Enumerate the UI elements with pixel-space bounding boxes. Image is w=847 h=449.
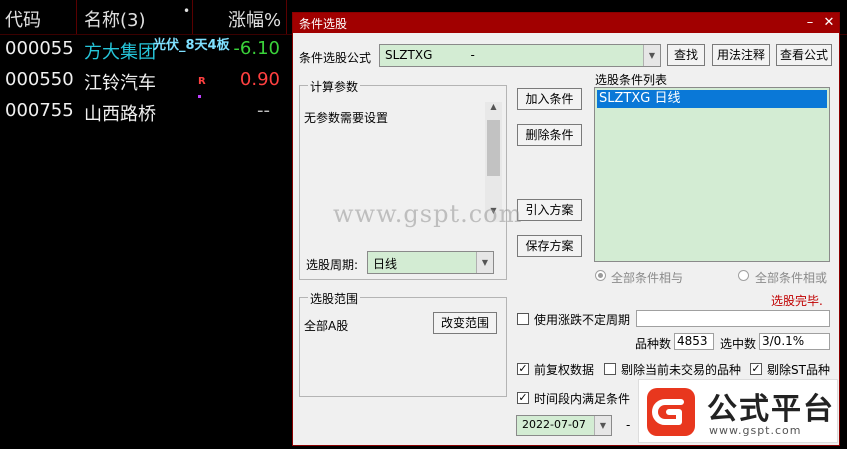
params-text: 无参数需要设置 xyxy=(304,111,389,125)
exclude-untraded-checkbox[interactable] xyxy=(604,363,616,375)
chevron-down-icon[interactable]: ▼ xyxy=(643,45,660,66)
conditions-list[interactable]: SLZTXG 日线 xyxy=(594,87,830,262)
exclude-st-checkbox[interactable]: ✓ xyxy=(750,363,762,375)
status-text: 选股完毕. xyxy=(771,294,823,308)
count-label: 品种数 xyxy=(635,337,672,351)
adjust-checkbox[interactable]: ✓ xyxy=(517,363,529,375)
params-group: 计算参数 无参数需要设置 ▲ ▼ 选股周期: 日线 ▼ xyxy=(299,78,507,280)
formula-value: SLZTXG - xyxy=(385,48,475,62)
table-row[interactable]: 000550 江铃汽车 R 0.90 xyxy=(0,65,292,98)
stock-name: 江铃汽车 xyxy=(84,73,156,94)
time-range-checkbox[interactable]: ✓ xyxy=(517,392,529,404)
chevron-down-icon[interactable]: ▼ xyxy=(594,416,611,435)
selected-label: 选中数 xyxy=(720,337,757,351)
formula-select[interactable]: SLZTXG - ▼ xyxy=(379,44,661,67)
chevron-down-icon[interactable]: ▼ xyxy=(476,252,493,273)
period-label: 选股周期: xyxy=(306,258,359,272)
radio-and-label: 全部条件相与 xyxy=(611,271,684,285)
save-scheme-button[interactable]: 保存方案 xyxy=(517,235,582,257)
exclude-untraded-label: 剔除当前未交易的品种 xyxy=(621,363,742,377)
table-row[interactable]: 000755 山西路桥 -- xyxy=(0,96,292,127)
stock-tag: R xyxy=(198,76,206,87)
period-select[interactable]: 日线 ▼ xyxy=(367,251,494,274)
list-item[interactable]: SLZTXG 日线 xyxy=(597,90,827,108)
stock-name: 山西路桥 xyxy=(84,104,156,125)
scroll-up-icon[interactable]: ▲ xyxy=(485,102,502,116)
view-formula-button[interactable]: 查看公式 xyxy=(776,44,832,66)
close-icon[interactable]: ✕ xyxy=(820,14,838,32)
count-value: 4853 xyxy=(674,333,714,350)
logo-icon xyxy=(647,388,695,436)
column-code-header[interactable]: 代码 xyxy=(5,6,41,32)
delete-condition-button[interactable]: 删除条件 xyxy=(517,124,582,146)
conditions-title: 选股条件列表 xyxy=(595,73,668,87)
range-value: 全部A股 xyxy=(304,319,349,333)
radio-or[interactable] xyxy=(738,270,749,281)
stock-code: 000755 xyxy=(5,100,74,121)
period-input[interactable] xyxy=(636,310,830,327)
range-group-title: 选股范围 xyxy=(308,290,361,307)
logo-title: 公式平台 xyxy=(707,392,835,427)
date-picker[interactable]: 2022-07-07 ▼ xyxy=(516,415,612,436)
change-range-button[interactable]: 改变范围 xyxy=(433,312,497,334)
stock-code: 000055 xyxy=(5,38,74,59)
stock-tag: 光伏_8天4板 xyxy=(153,38,230,53)
period-value: 日线 xyxy=(373,257,398,271)
column-change-header[interactable]: 涨幅% xyxy=(228,6,281,32)
range-group: 选股范围 全部A股 改变范围 xyxy=(299,290,507,397)
radio-dot xyxy=(598,273,603,278)
exclude-st-label: 剔除ST品种 xyxy=(767,363,830,377)
scroll-thumb[interactable] xyxy=(487,120,500,176)
column-divider xyxy=(192,0,193,34)
stock-name: 方大集团 xyxy=(84,42,156,63)
watermark: www.gspt.com xyxy=(333,200,523,228)
date-value: 2022-07-07 xyxy=(522,418,586,431)
use-period-label: 使用涨跌不定周期 xyxy=(534,313,631,327)
adjust-label: 前复权数据 xyxy=(534,363,595,377)
minimize-icon[interactable]: – xyxy=(801,14,819,32)
dialog-title: 条件选股 xyxy=(299,17,348,31)
import-scheme-button[interactable]: 引入方案 xyxy=(517,199,582,221)
header-dot: • xyxy=(183,4,191,18)
dialog-titlebar[interactable]: 条件选股 – ✕ xyxy=(293,13,839,33)
gspt-logo: 公式平台 www.gspt.com xyxy=(638,379,838,443)
column-divider xyxy=(286,0,287,34)
selected-value: 3/0.1% xyxy=(759,333,830,350)
time-range-label: 时间段内满足条件 xyxy=(534,392,631,406)
column-name-header[interactable]: 名称(3) xyxy=(84,6,146,32)
usage-button[interactable]: 用法注释 xyxy=(712,44,770,66)
stock-code: 000550 xyxy=(5,69,74,90)
stock-change: -6.10 xyxy=(233,38,280,59)
add-condition-button[interactable]: 加入条件 xyxy=(517,88,582,110)
table-row[interactable]: 000055 方大集团 光伏_8天4板 -6.10 xyxy=(0,34,292,65)
stock-change: 0.90 xyxy=(239,69,280,90)
find-button[interactable]: 查找 xyxy=(667,44,705,66)
radio-and[interactable] xyxy=(595,270,606,281)
radio-or-label: 全部条件相或 xyxy=(755,271,828,285)
column-divider xyxy=(76,0,77,34)
stock-change: -- xyxy=(257,100,270,121)
use-period-checkbox[interactable] xyxy=(517,313,529,325)
date-separator: - xyxy=(626,418,631,432)
logo-url: www.gspt.com xyxy=(709,424,802,437)
params-group-title: 计算参数 xyxy=(308,78,361,95)
formula-label: 条件选股公式 xyxy=(299,51,372,65)
